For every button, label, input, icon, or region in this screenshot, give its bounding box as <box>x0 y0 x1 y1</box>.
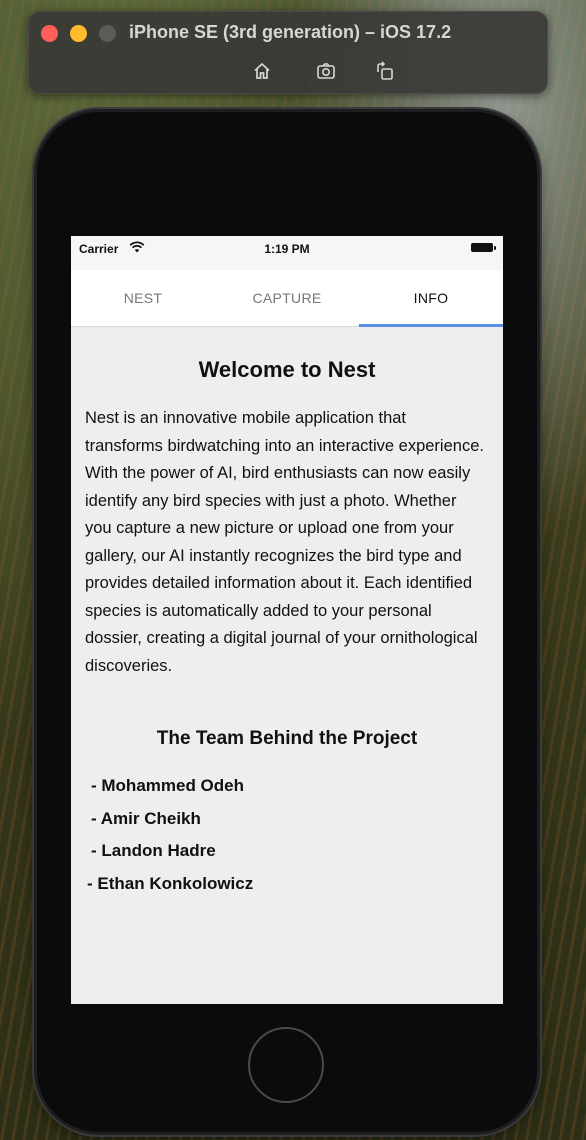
simulator-title: iPhone SE (3rd generation) – iOS 17.2 <box>129 22 452 42</box>
page-title: Welcome to Nest <box>198 357 376 382</box>
tab-info[interactable]: INFO <box>359 270 503 327</box>
home-button-toolbar[interactable] <box>249 58 275 84</box>
battery-icon <box>471 243 496 252</box>
minimize-window-button[interactable] <box>70 25 87 42</box>
close-window-button[interactable] <box>41 25 58 42</box>
tab-capture[interactable]: CAPTURE <box>215 270 359 326</box>
screenshot-button[interactable] <box>313 58 339 84</box>
home-icon <box>254 62 270 79</box>
rotate-icon <box>377 61 393 80</box>
team-section-title: The Team Behind the Project <box>156 728 418 749</box>
team-member: - Landon Hadre <box>91 841 216 860</box>
device-home-button[interactable] <box>248 1027 324 1103</box>
tab-bar: NEST CAPTURE INFO <box>71 270 503 327</box>
team-list: - Mohammed Odeh - Amir Cheikh - Landon H… <box>87 770 487 900</box>
status-bar: Carrier 1:19 PM <box>71 236 503 270</box>
team-member: - Mohammed Odeh <box>91 776 245 795</box>
status-time: 1:19 PM <box>264 242 310 256</box>
app-description: Nest is an innovative mobile application… <box>85 409 484 675</box>
app-screen: Carrier 1:19 PM NEST CAPTURE INFO Welcom… <box>71 236 503 1004</box>
info-content: Welcome to Nest Nest is an innovative mo… <box>71 357 503 900</box>
screenshot-icon <box>317 63 335 79</box>
team-member: - Amir Cheikh <box>91 808 201 828</box>
zoom-window-button[interactable] <box>99 25 116 42</box>
rotate-button[interactable] <box>372 58 398 84</box>
simulator-title-bar: iPhone SE (3rd generation) – iOS 17.2 <box>28 11 548 94</box>
tab-nest[interactable]: NEST <box>71 270 215 326</box>
team-member: - Ethan Konkolowicz <box>87 873 254 893</box>
